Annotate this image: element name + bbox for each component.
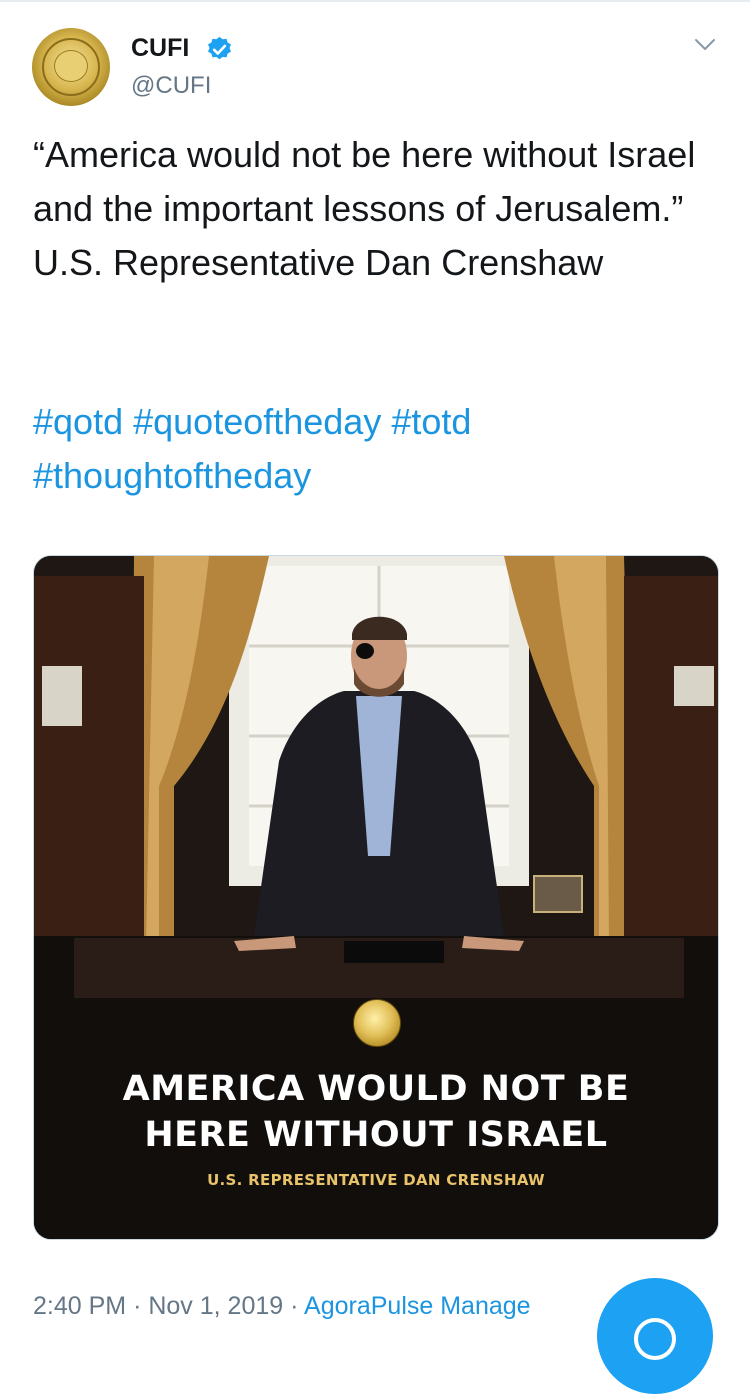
hashtag-quoteoftheday[interactable]: #quoteoftheday: [133, 401, 381, 442]
media-attribution: U.S. REPRESENTATIVE DAN CRENSHAW: [207, 1171, 545, 1189]
tweet-time[interactable]: 2:40 PM: [33, 1292, 126, 1320]
gold-seal-logo: [353, 999, 401, 1047]
tweet-text: “America would not be here without Israe…: [33, 134, 696, 283]
compose-fab-icon: [634, 1318, 676, 1360]
verified-badge-icon: [208, 36, 231, 60]
media-headline-line-1: AMERICA WOULD NOT BE: [122, 1069, 630, 1109]
tweet-meta: 2:40 PM · Nov 1, 2019 · AgoraPulse Manag…: [33, 1292, 531, 1321]
top-divider: [0, 0, 750, 2]
hashtag-totd[interactable]: #totd: [391, 401, 471, 442]
hashtag-qotd[interactable]: #qotd: [33, 401, 123, 442]
tweet-source[interactable]: AgoraPulse Manage: [304, 1292, 531, 1320]
tweet-media-image[interactable]: AMERICA WOULD NOT BE HERE WITHOUT ISRAEL…: [33, 555, 719, 1240]
user-handle[interactable]: @CUFI: [131, 72, 211, 100]
hashtag-thoughtoftheday[interactable]: #thoughtoftheday: [33, 455, 311, 496]
media-headline-line-2: HERE WITHOUT ISRAEL: [144, 1115, 608, 1155]
meta-separator-2: ·: [290, 1292, 299, 1320]
display-name[interactable]: CUFI: [131, 34, 189, 63]
avatar-seal-center: [54, 50, 88, 82]
compose-fab[interactable]: [597, 1278, 713, 1394]
avatar[interactable]: [32, 28, 110, 106]
media-headline: AMERICA WOULD NOT BE HERE WITHOUT ISRAEL: [34, 1066, 718, 1158]
chevron-down-icon[interactable]: [693, 33, 717, 57]
meta-separator-1: ·: [133, 1292, 142, 1320]
hashtag-list: #qotd #quoteoftheday #totd #thoughtofthe…: [33, 395, 723, 503]
tweet-date[interactable]: Nov 1, 2019: [148, 1292, 283, 1320]
